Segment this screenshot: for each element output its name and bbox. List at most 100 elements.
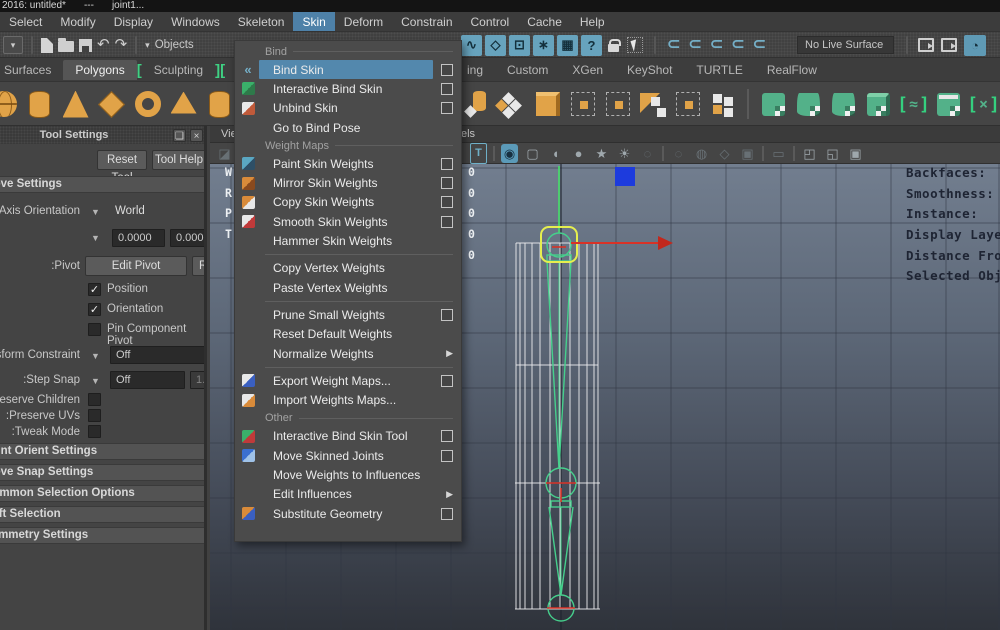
shelf-tab-xgen[interactable]: XGen — [560, 60, 615, 80]
menu-item-edit-influences[interactable]: Edit Influences ▶ — [235, 485, 461, 504]
close-panel-icon[interactable]: × — [190, 128, 203, 142]
wireframe-on-shaded-icon[interactable]: ◉ — [501, 144, 518, 163]
viewport-panels-menu[interactable]: els — [461, 126, 475, 142]
field-dropdown-arrow[interactable]: ▼ — [91, 233, 100, 243]
section-soft-selection[interactable]: Soft Selection — [0, 506, 204, 523]
construction-history-off-icon[interactable]: ⊂ — [688, 32, 701, 58]
menu-item-move-weights-to-influences[interactable]: Move Weights to Influences — [235, 465, 461, 484]
checkbox-tweak-mode-[interactable] — [88, 425, 101, 438]
move-settings-section[interactable]: Move Settings — [0, 176, 204, 193]
textured-icon[interactable]: T — [470, 143, 487, 164]
construction-history-on-icon[interactable]: ⊂ — [667, 32, 680, 58]
new-scene-icon[interactable] — [41, 37, 53, 53]
menu-item-smooth-skin-weights[interactable]: Smooth Skin Weights — [235, 212, 461, 231]
step-snap-field[interactable]: Off — [110, 371, 185, 389]
option-box[interactable] — [441, 308, 453, 321]
isolate-select-icon[interactable]: ▭ — [770, 144, 787, 163]
lattice-box-icon[interactable] — [674, 87, 701, 121]
menu-item-reset-default-weights[interactable]: Reset Default Weights — [235, 325, 461, 344]
menu-item-paint-skin-weights[interactable]: Paint Skin Weights — [235, 154, 461, 173]
option-box[interactable] — [441, 430, 453, 443]
reset-tool-button[interactable]: Reset Tool — [97, 150, 147, 184]
option-box[interactable] — [441, 374, 453, 387]
edit-pivot-button[interactable]: Edit Pivot — [85, 256, 187, 276]
selection-mask-label[interactable]: Objects — [155, 39, 194, 51]
cube-icon[interactable] — [534, 87, 561, 121]
multi-cut-icon[interactable] — [604, 87, 631, 121]
snap-to-grids-icon[interactable]: ⊡ — [509, 34, 530, 56]
motion-blur-icon[interactable]: ◍ — [693, 144, 710, 163]
menu-item-unbind-skin[interactable]: Unbind Skin — [235, 99, 461, 118]
checkbox-preserve-children-[interactable] — [88, 393, 101, 406]
undo-icon[interactable]: ↶ — [97, 32, 110, 58]
reset-pivot-button[interactable]: Reset — [192, 256, 204, 276]
shadows-icon[interactable]: ◌ — [639, 144, 656, 163]
grid-squares-icon[interactable] — [709, 87, 736, 121]
shelf-tab-keyshot[interactable]: KeyShot — [615, 60, 684, 80]
translate-y-field[interactable]: 0.0000 — [170, 229, 204, 247]
default-lighting-icon[interactable]: ☀ — [616, 144, 633, 163]
marquee-select-icon[interactable] — [569, 87, 596, 121]
checkbox-preserve-uvs-[interactable] — [88, 409, 101, 422]
option-box[interactable] — [441, 157, 453, 170]
poly-pipe-icon[interactable] — [206, 87, 233, 121]
menu-skin[interactable]: Skin — [293, 12, 335, 31]
shelf-tab-sculpting[interactable]: Sculpting — [142, 60, 215, 80]
shelf-tab-polygons[interactable]: Polygons — [63, 60, 137, 80]
option-box[interactable] — [441, 177, 453, 190]
step-snap-extra-field[interactable]: 1.0 — [190, 371, 204, 389]
menu-item-copy-skin-weights[interactable]: Copy Skin Weights — [235, 193, 461, 212]
menu-collapse-button[interactable]: ▾ — [3, 36, 23, 54]
option-box[interactable] — [441, 449, 453, 462]
menu-item-normalize-weights[interactable]: Normalize Weights ▶ — [235, 344, 461, 363]
shelf-tab-turtle[interactable]: TURTLE — [684, 60, 754, 80]
magnet-icon[interactable]: ⊂ — [731, 32, 744, 58]
menu-windows[interactable]: Windows — [162, 12, 229, 31]
snap-together-icon[interactable]: ⊂ — [710, 32, 723, 58]
menu-modify[interactable]: Modify — [51, 12, 104, 31]
multisample-icon[interactable]: ◇ — [716, 144, 733, 163]
section-symmetry-settings[interactable]: Symmetry Settings — [0, 527, 204, 544]
pane-layout-2-icon[interactable]: ◱ — [824, 144, 841, 163]
step-snap-arrow[interactable]: ▼ — [91, 376, 100, 386]
render-settings-icon[interactable]: ◔ — [964, 34, 986, 56]
poly-cube-icon[interactable] — [98, 87, 125, 121]
ambient-occlusion-icon[interactable]: ◌ — [670, 144, 687, 163]
menu-skeleton[interactable]: Skeleton — [229, 12, 294, 31]
option-box[interactable] — [441, 102, 453, 115]
option-box[interactable] — [441, 215, 453, 228]
snap-help-icon[interactable]: ? — [581, 34, 602, 56]
menu-item-bind-skin[interactable]: « Bind Skin — [235, 60, 461, 80]
section-move-snap-settings[interactable]: Move Snap Settings — [0, 464, 204, 481]
use-all-lights-icon[interactable]: ★ — [593, 144, 610, 163]
single-pane-icon[interactable]: ▣ — [847, 144, 864, 163]
menu-constrain[interactable]: Constrain — [392, 12, 461, 31]
menu-control[interactable]: Control — [462, 12, 519, 31]
checkbox-pin-component-pivot[interactable] — [88, 323, 101, 336]
make-live-icon[interactable]: ▦ — [557, 34, 578, 56]
option-box[interactable] — [441, 507, 453, 520]
snap-to-curves-icon[interactable]: ∿ — [461, 34, 482, 56]
option-box[interactable] — [441, 63, 453, 76]
axis-orientation-value[interactable]: World — [115, 205, 145, 217]
redo-icon[interactable]: ↷ — [115, 32, 128, 58]
camera-attributes-icon[interactable]: ◪ — [216, 144, 233, 163]
magnet-dotted-icon[interactable]: ⊂ — [753, 32, 766, 58]
menu-item-paste-vertex-weights[interactable]: Paste Vertex Weights — [235, 278, 461, 297]
menu-item-export-weight-maps-[interactable]: Export Weight Maps... — [235, 371, 461, 390]
menu-item-copy-vertex-weights[interactable]: Copy Vertex Weights — [235, 259, 461, 278]
cylinder-project-icon[interactable] — [464, 87, 491, 121]
snap-to-points-icon[interactable]: ◇ — [485, 34, 506, 56]
option-box[interactable] — [441, 82, 453, 95]
nurbs-surface-2-icon[interactable] — [830, 87, 857, 121]
menu-item-interactive-bind-skin-tool[interactable]: Interactive Bind Skin Tool — [235, 427, 461, 446]
option-box[interactable] — [441, 196, 453, 209]
checkbox-orientation[interactable]: ✓ — [88, 303, 101, 316]
transform-constraint-field[interactable]: Off — [110, 346, 204, 364]
float-panel-icon[interactable]: ❏ — [173, 128, 186, 142]
uv-editor-icon[interactable] — [935, 87, 962, 121]
tool-settings-header[interactable]: Tool Settings ❏ × — [0, 126, 204, 144]
open-scene-icon[interactable] — [58, 38, 74, 52]
tool-help-button[interactable]: Tool Help — [152, 150, 204, 170]
selection-mask-arrow[interactable]: ▾ — [145, 32, 150, 58]
